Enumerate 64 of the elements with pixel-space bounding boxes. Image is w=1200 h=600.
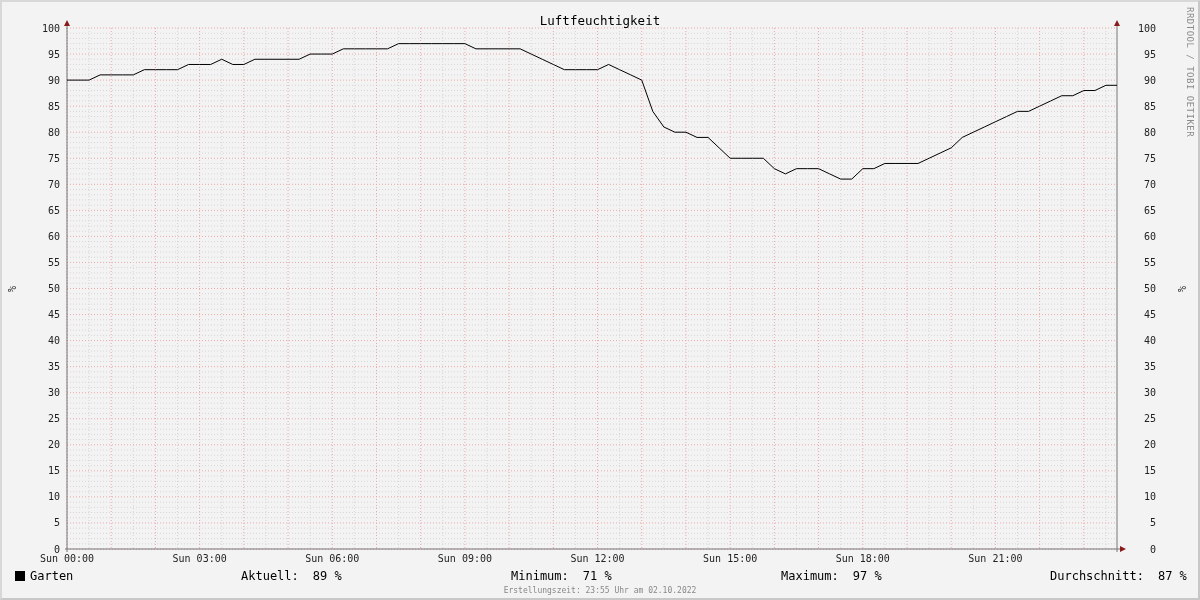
y-axis-label: 65	[1143, 204, 1156, 216]
legend-label: Garten	[30, 569, 74, 583]
y-axis-label: 90	[1143, 74, 1156, 86]
x-axis-label: Sun 21:00	[968, 553, 1023, 564]
y-axis-label: 45	[1143, 309, 1156, 321]
y-axis-label: 85	[1143, 100, 1156, 112]
y-axis-label: 65	[47, 204, 60, 216]
y-axis-label: 0	[1149, 543, 1156, 555]
y-axis-label: 20	[47, 439, 60, 451]
y-axis-label: 20	[1143, 439, 1156, 451]
y-axis-label: 15	[47, 465, 60, 477]
y-axis-label: 5	[53, 517, 60, 529]
stat-label: Maximum:	[781, 569, 839, 583]
y-axis-label: 40	[47, 335, 60, 347]
y-axis-label: 80	[47, 126, 60, 138]
y-axis-label: 55	[47, 256, 60, 268]
x-axis-label: Sun 06:00	[305, 553, 360, 564]
y-axis-label: 10	[1143, 491, 1156, 503]
y-axis-label: 50	[1143, 283, 1156, 294]
y-axis-label: 30	[47, 387, 60, 399]
y-axis-label: 0	[53, 543, 60, 555]
stat-value: 87 %	[1157, 569, 1187, 583]
chart-title: Luftfeuchtigkeit	[539, 13, 661, 28]
y-axis-label: 80	[1143, 126, 1156, 138]
y-axis-label: 60	[1143, 230, 1156, 242]
y-axis-label: 25	[47, 413, 60, 425]
y-axis-label: 70	[1143, 178, 1156, 190]
stat-label: Minimum:	[511, 569, 569, 583]
y-axis-label: 5	[1149, 517, 1156, 529]
stat-value: 97 %	[852, 569, 882, 583]
y-axis-label: 35	[1143, 361, 1156, 373]
y-axis-title: %	[1176, 286, 1187, 292]
stat-label: Durchschnitt:	[1050, 569, 1144, 583]
x-axis-label: Sun 12:00	[570, 553, 625, 564]
y-axis-label: 35	[47, 361, 60, 373]
y-axis-label: 85	[47, 100, 60, 112]
y-axis-label: 75	[47, 152, 60, 164]
y-axis-label: 100	[41, 22, 60, 34]
x-axis-label: Sun 18:00	[835, 553, 890, 564]
y-axis-label: 45	[47, 309, 60, 321]
timestamp-text: Erstellungszeit: 23:55 Uhr am 02.10.2022	[503, 586, 697, 595]
y-axis-label: 95	[1143, 48, 1156, 60]
y-axis-title: %	[6, 286, 17, 292]
y-axis-label: 100	[1137, 22, 1156, 34]
y-axis-label: 75	[1143, 152, 1156, 164]
x-axis-label: Sun 03:00	[172, 553, 227, 564]
y-axis-label: 60	[47, 230, 60, 242]
stat-value: 89 %	[312, 569, 342, 583]
y-axis-label: 40	[1143, 335, 1156, 347]
y-axis-label: 30	[1143, 387, 1156, 399]
y-axis-label: 55	[1143, 256, 1156, 268]
y-axis-label: 10	[47, 491, 60, 503]
x-axis-label: Sun 00:00	[39, 553, 95, 564]
stat-label: Aktuell:	[241, 569, 299, 583]
y-axis-label: 50	[47, 283, 60, 294]
y-axis-label: 70	[47, 178, 60, 190]
y-axis-label: 95	[47, 48, 60, 60]
credit-text: RRDTOOL / TOBI OETIKER	[1185, 7, 1195, 138]
y-axis-label: 15	[1143, 465, 1156, 477]
y-axis-label: 25	[1143, 413, 1156, 425]
stat-value: 71 %	[582, 569, 612, 583]
x-axis-label: Sun 15:00	[703, 553, 758, 564]
x-axis-label: Sun 09:00	[437, 553, 492, 564]
y-axis-label: 90	[47, 74, 60, 86]
